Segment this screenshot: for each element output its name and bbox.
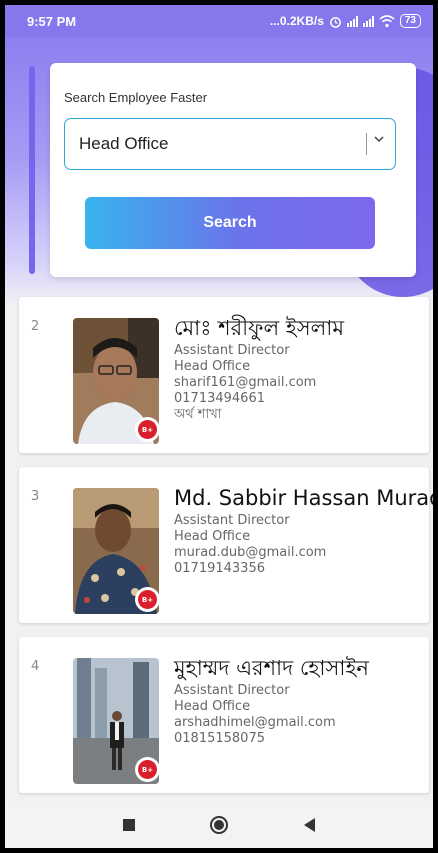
back-icon[interactable] [304,817,316,832]
employee-name: Md. Sabbir Hassan Murad [174,486,433,510]
employee-card[interactable]: 2 B+ মোঃ শরীফুল ইসলাম Assistant Director… [19,297,429,453]
select-divider [366,133,367,155]
status-icons: ...0.2KB/s 73 [270,14,421,28]
blood-group-badge: B+ [135,587,160,612]
wifi-icon [379,14,395,27]
search-label: Search Employee Faster [64,90,208,105]
employee-info: Md. Sabbir Hassan Murad Assistant Direct… [174,483,433,577]
blood-drop-icon: B+ [138,420,157,439]
employee-office: Head Office [174,359,251,374]
blood-group-badge: B+ [135,417,160,442]
blood-drop-icon: B+ [138,760,157,779]
employee-info: মুহাম্মদ এরশাদ হোসাইন Assistant Director… [174,653,429,747]
recents-icon[interactable] [122,818,135,831]
app-screen: 9:57 PM ...0.2KB/s 73 Search Employee Fa… [5,5,433,848]
signal-icon [346,15,358,27]
employee-email[interactable]: arshadhimel@gmail.com [174,715,429,731]
employee-office: Head Office [174,699,251,714]
employee-phone[interactable]: 01719143356 [174,561,429,577]
network-speed: ...0.2KB/s [269,14,324,28]
signal-icon-2 [362,15,374,27]
employee-name: মুহাম্মদ এরশাদ হোসাইন [174,656,369,680]
office-select-value: Head Office [79,134,169,153]
office-select[interactable]: Head Office [64,118,396,170]
system-nav-bar [5,801,433,848]
employee-designation: Assistant Director [174,683,290,698]
employee-card[interactable]: 3 B+ Md. Sabbir Hassan Murad Assistant D… [19,467,433,623]
employee-designation: Assistant Director [174,343,290,358]
employee-index: 2 [31,319,40,334]
search-card: Search Employee Faster Head Office Searc… [50,63,416,277]
employee-card[interactable]: 4 B+ মুহাম্মদ এরশাদ হোসাইন Assistant Dir… [19,637,429,793]
accent-bar [29,66,35,274]
chevron-down-icon[interactable] [372,132,386,146]
status-time: 9:57 PM [27,13,77,29]
home-icon[interactable] [210,815,229,834]
battery-icon: 73 [399,14,421,28]
employee-branch: অর্থ শাখা [174,407,222,422]
search-button[interactable]: Search [85,197,375,249]
blood-group-badge: B+ [135,757,160,782]
employee-index: 4 [31,659,40,674]
employee-email[interactable]: sharif161@gmail.com [174,375,429,391]
status-bar: 9:57 PM ...0.2KB/s 73 [5,5,433,37]
employee-office: Head Office [174,529,251,544]
employee-index: 3 [31,489,40,504]
employee-phone[interactable]: 01713494661 [174,391,429,407]
employee-info: মোঃ শরীফুল ইসলাম Assistant Director Head… [174,313,429,423]
blood-drop-icon: B+ [138,590,157,609]
employee-name: মোঃ শরীফুল ইসলাম [174,316,344,340]
employee-designation: Assistant Director [174,513,290,528]
alarm-icon [329,16,341,28]
employee-phone[interactable]: 01815158075 [174,731,429,747]
employee-email[interactable]: murad.dub@gmail.com [174,545,429,561]
